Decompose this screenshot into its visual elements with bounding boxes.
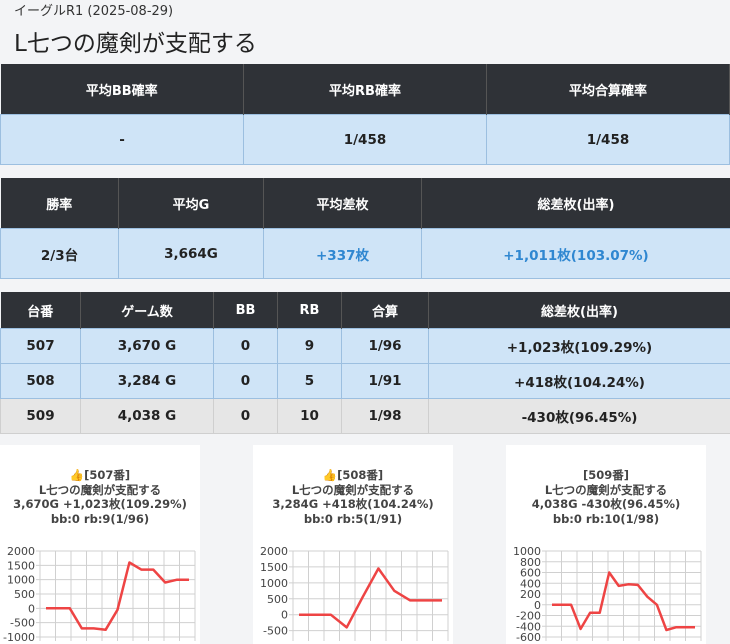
bb-header: BB (213, 292, 278, 329)
card-bonus: bb:0 rb:10(1/98) (552, 511, 660, 526)
table-row[interactable]: 507 3,670 G 0 9 1/96 +1,023枚(109.29%) (0, 328, 730, 364)
games: 3,284 G (80, 363, 214, 399)
y-tick-label: 1500 (260, 561, 288, 574)
card-result: 3,284G +418枚(104.24%) (272, 497, 434, 511)
total-diff-header: 総差枚(出率) (421, 178, 730, 229)
avg-rb-prob-value: 1/458 (243, 114, 487, 165)
diff-chart-508: 2000 1500 1000 500 0 -500 (260, 545, 449, 641)
avg-diff-header: 平均差枚 (263, 178, 422, 229)
summary-table: 勝率 平均G 平均差枚 総差枚(出率) 2/3台 3,664G +337枚 +1… (0, 178, 730, 279)
y-tick-label: 500 (14, 588, 35, 601)
y-tick-label: -500 (263, 625, 288, 638)
bb-count: 0 (213, 398, 278, 434)
total-diff-rate-header: 総差枚(出率) (428, 292, 730, 329)
probability-table: 平均BB確率 平均RB確率 平均合算確率 - 1/458 1/458 (0, 64, 730, 165)
combined-header: 合算 (341, 292, 429, 329)
win-rate-header: 勝率 (0, 178, 119, 229)
y-tick-label: 1000 (260, 577, 288, 590)
machine-no: 509 (0, 398, 81, 434)
card-bonus: bb:0 rb:5(1/91) (303, 511, 403, 526)
table-row[interactable]: 508 3,284 G 0 5 1/91 +418枚(104.24%) (0, 363, 730, 399)
total-diff: -430枚(96.45%) (428, 398, 730, 434)
avg-total-prob-header: 平均合算確率 (486, 64, 730, 115)
avg-total-prob-value: 1/458 (486, 114, 730, 165)
diff-chart-507: 20001500 10005000 -500-1000 (3, 545, 196, 644)
avg-diff-value: +337枚 (263, 228, 422, 279)
card-heading: [509番] (582, 468, 630, 482)
y-tick-label: 1500 (7, 559, 35, 572)
y-tick-label: -600 (516, 631, 541, 644)
avg-bb-prob-header: 平均BB確率 (0, 64, 244, 115)
avg-bb-prob-value: - (0, 114, 244, 165)
total-diff: +418枚(104.24%) (428, 363, 730, 399)
machine-table: 台番 ゲーム数 BB RB 合算 総差枚(出率) 507 3,670 G 0 9… (0, 292, 730, 434)
machine-no: 507 (0, 328, 81, 364)
total-diff-value: +1,011枚(103.07%) (421, 228, 730, 279)
games: 3,670 G (80, 328, 214, 364)
rb-count: 9 (277, 328, 342, 364)
card-machine-name: L七つの魔剣が支配する (544, 482, 668, 497)
avg-games-value: 3,664G (118, 228, 264, 279)
card-machine-name: L七つの魔剣が支配する (291, 482, 415, 497)
card-result: 3,670G +1,023枚(109.29%) (13, 497, 187, 511)
card-heading: 👍[507番] (69, 468, 131, 482)
diff-chart-509: 10008006004002000-200-400-600 (513, 545, 702, 644)
card-machine-name: L七つの魔剣が支配する (38, 482, 162, 497)
bb-count: 0 (213, 363, 278, 399)
bb-count: 0 (213, 328, 278, 364)
win-rate-value: 2/3台 (0, 228, 119, 279)
rb-count: 5 (277, 363, 342, 399)
total-diff: +1,023枚(109.29%) (428, 328, 730, 364)
combined-prob: 1/91 (341, 363, 429, 399)
machine-no: 508 (0, 363, 81, 399)
card-heading: 👍[508番] (322, 468, 384, 482)
rb-count: 10 (277, 398, 342, 434)
page-subtitle: イーグルR1 (2025-08-29) (14, 4, 174, 19)
machine-card-507[interactable]: 👍[507番] L七つの魔剣が支配する 3,670G +1,023枚(109.2… (0, 445, 200, 644)
y-tick-label: 0 (28, 602, 35, 615)
card-bonus: bb:0 rb:9(1/96) (50, 511, 150, 526)
table-row[interactable]: 509 4,038 G 0 10 1/98 -430枚(96.45%) (0, 398, 730, 434)
y-tick-label: 500 (267, 593, 288, 606)
rb-header: RB (277, 292, 342, 329)
machine-card-508[interactable]: 👍[508番] L七つの魔剣が支配する 3,284G +418枚(104.24%… (253, 445, 453, 644)
page-title: L七つの魔剣が支配する (14, 31, 257, 57)
avg-rb-prob-header: 平均RB確率 (243, 64, 487, 115)
combined-prob: 1/96 (341, 328, 429, 364)
card-result: 4,038G -430枚(96.45%) (531, 497, 681, 511)
machine-card-509[interactable]: [509番] L七つの魔剣が支配する 4,038G -430枚(96.45%) … (506, 445, 706, 644)
y-tick-label: 2000 (260, 545, 288, 558)
y-tick-label: 2000 (7, 545, 35, 558)
games-header: ゲーム数 (80, 292, 214, 329)
y-tick-label: 0 (281, 609, 288, 622)
y-tick-label: -500 (10, 617, 35, 630)
machine-no-header: 台番 (0, 292, 81, 329)
games: 4,038 G (80, 398, 214, 434)
y-tick-label: 1000 (7, 574, 35, 587)
y-tick-label: -1000 (3, 631, 35, 644)
combined-prob: 1/98 (341, 398, 429, 434)
avg-games-header: 平均G (118, 178, 264, 229)
